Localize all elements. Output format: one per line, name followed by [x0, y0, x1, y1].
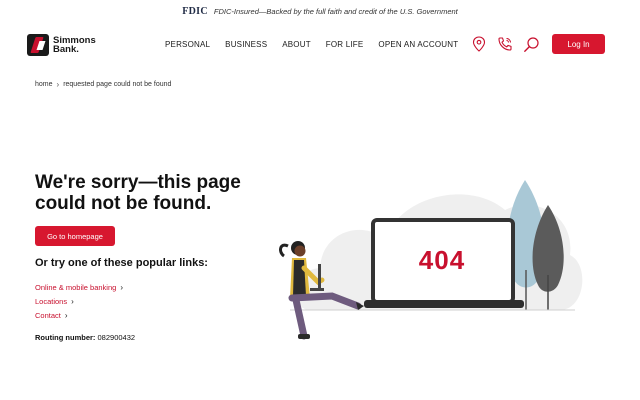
nav-open-account[interactable]: OPEN AN ACCOUNT: [378, 40, 458, 49]
laptop-base: [364, 300, 524, 308]
breadcrumb-current: requested page could not be found: [63, 81, 172, 88]
chevron-right-icon: ›: [71, 297, 74, 306]
link-locations[interactable]: Locations ›: [35, 297, 123, 306]
popular-links-heading: Or try one of these popular links:: [35, 257, 208, 269]
breadcrumb-home[interactable]: home: [35, 81, 53, 88]
brand-logo[interactable]: Simmons Bank.: [27, 34, 96, 56]
logo-mark-icon: [27, 34, 49, 56]
link-label: Contact: [35, 311, 61, 320]
chevron-right-icon: ›: [64, 311, 68, 320]
chevron-right-icon: ›: [120, 283, 123, 292]
location-pin-icon[interactable]: [470, 35, 488, 53]
routing-label: Routing number:: [35, 333, 96, 342]
breadcrumb: home › requested page could not be found: [35, 80, 171, 89]
routing-value: 082900432: [97, 333, 136, 342]
nav-about[interactable]: ABOUT: [282, 40, 311, 49]
phone-icon[interactable]: [496, 35, 514, 53]
go-to-homepage-button[interactable]: Go to homepage: [35, 226, 115, 246]
link-online-mobile-banking[interactable]: Online & mobile banking ›: [35, 283, 123, 292]
link-contact[interactable]: Contact ›: [35, 311, 123, 320]
link-label: Locations: [35, 297, 68, 306]
header-icons: [470, 35, 540, 53]
nav-business[interactable]: BUSINESS: [225, 40, 267, 49]
page-title: We're sorry—this page could not be found…: [35, 172, 241, 214]
nav-personal[interactable]: PERSONAL: [165, 40, 210, 49]
routing-number: Routing number: 082900432: [35, 333, 135, 342]
fdic-banner: FDIC FDIC-Insured—Backed by the full fai…: [0, 0, 640, 22]
search-icon[interactable]: [522, 35, 540, 53]
link-label: Online & mobile banking: [35, 283, 117, 292]
site-header: Simmons Bank. PERSONAL BUSINESS ABOUT FO…: [0, 28, 640, 62]
brand-name: Simmons Bank.: [53, 36, 96, 55]
fdic-logo: FDIC: [182, 5, 208, 17]
chevron-right-icon: ›: [56, 80, 60, 89]
nav-for-life[interactable]: FOR LIFE: [326, 40, 364, 49]
main-nav: PERSONAL BUSINESS ABOUT FOR LIFE OPEN AN…: [165, 40, 458, 49]
login-button[interactable]: Log In: [552, 34, 605, 54]
brand-name-line2: Bank.: [53, 44, 79, 55]
fdic-text: FDIC-Insured—Backed by the full faith an…: [213, 6, 458, 16]
error-code: 404: [418, 245, 466, 275]
popular-links-list: Online & mobile banking › Locations › Co…: [35, 283, 123, 320]
